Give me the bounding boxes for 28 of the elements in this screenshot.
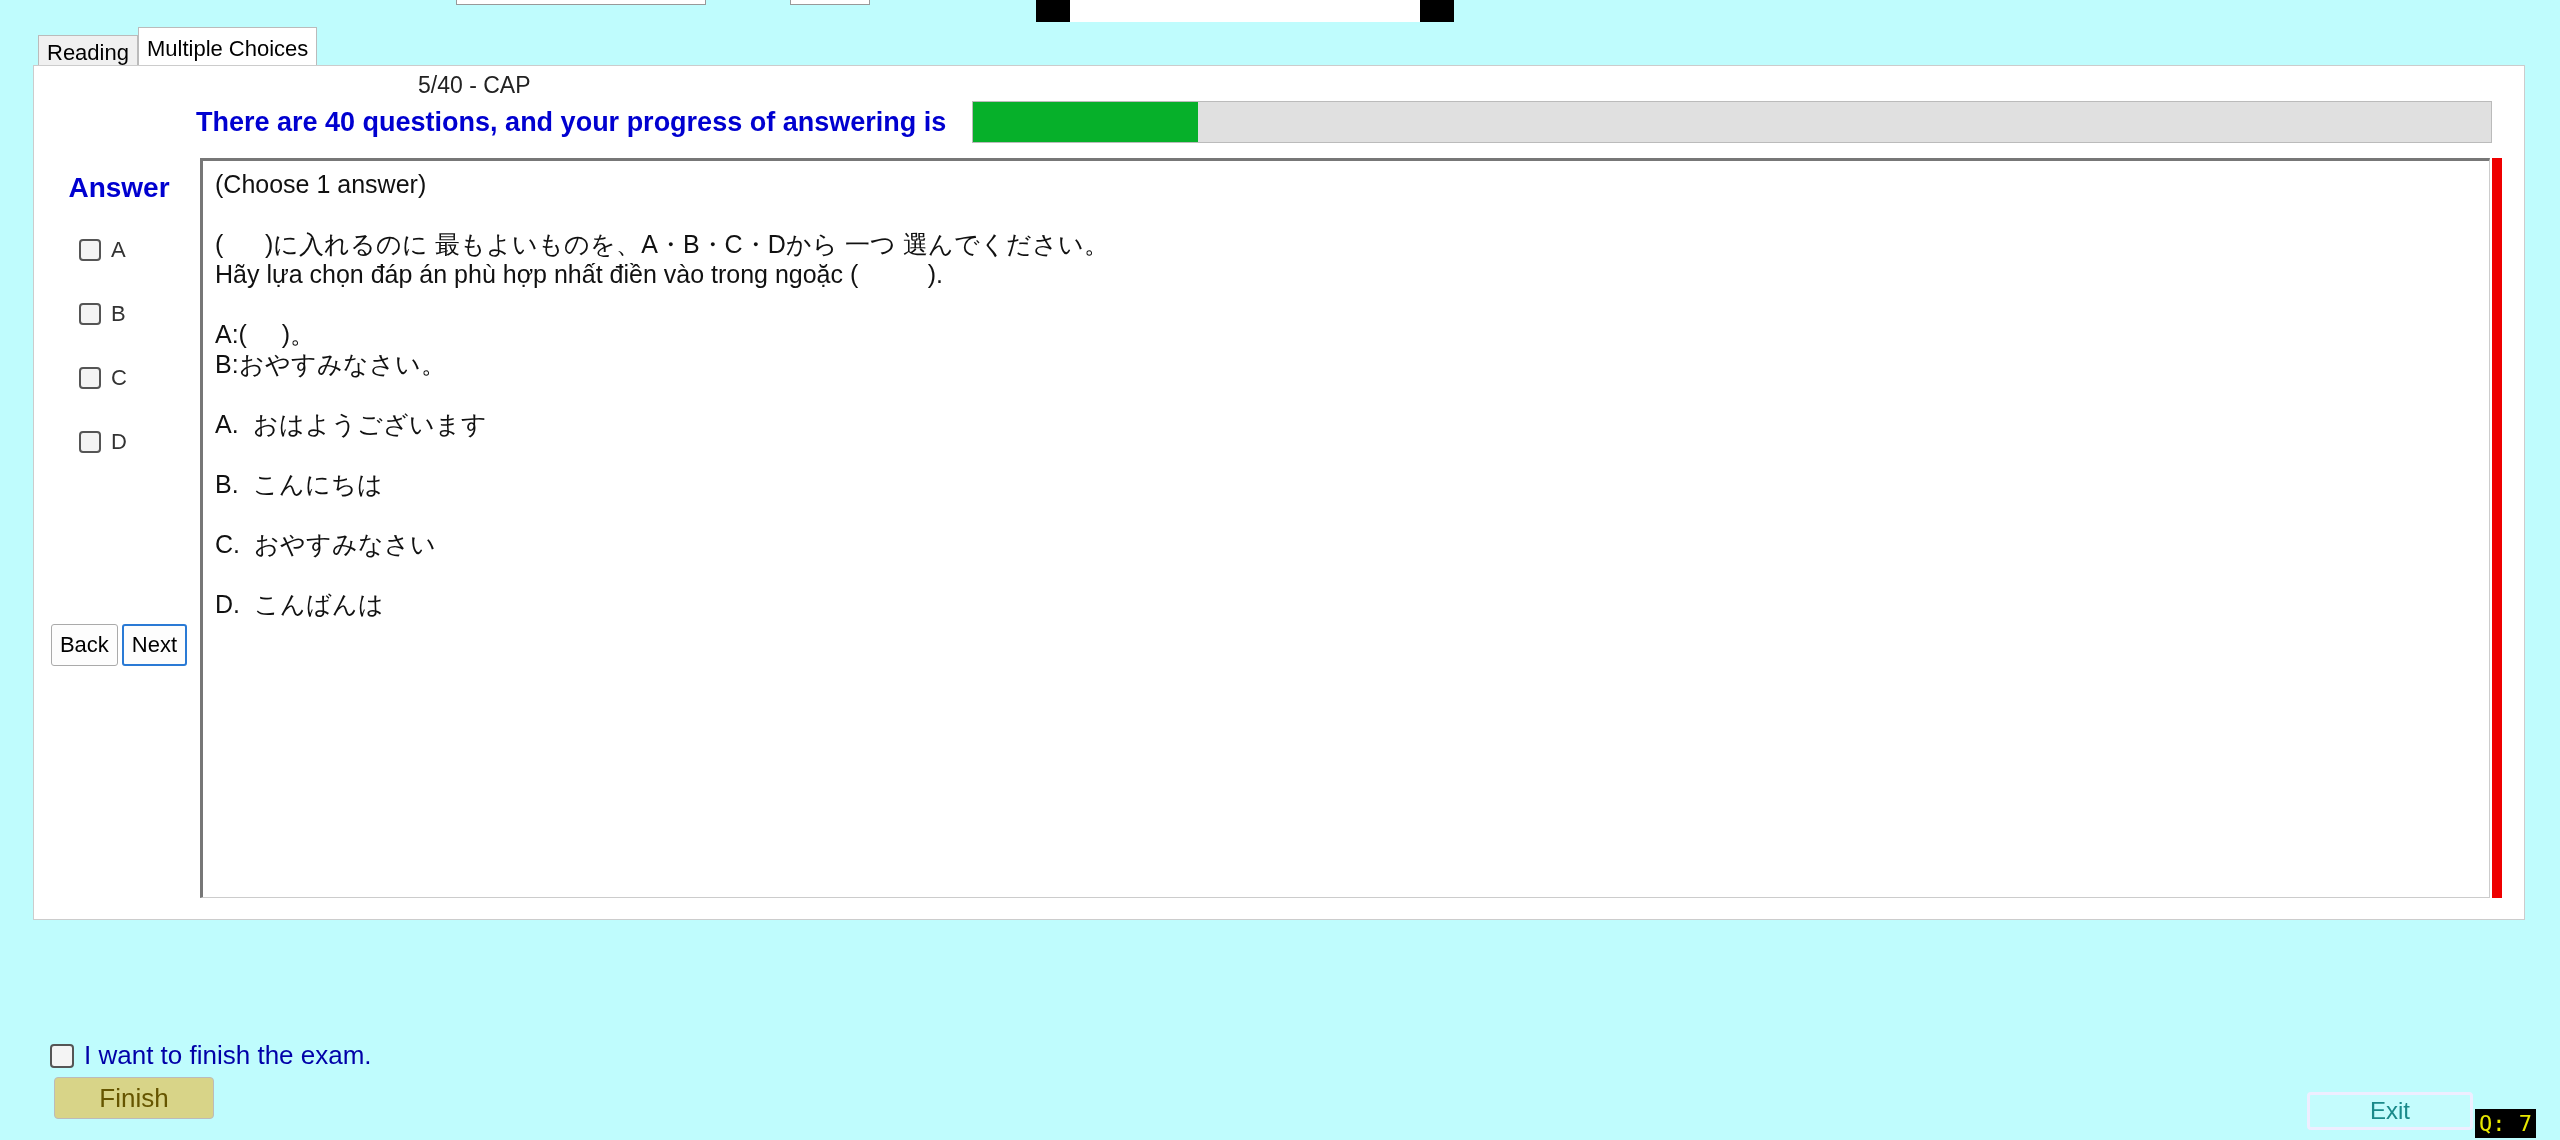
- question-text: ( )に入れるのに 最もよいものを、A・B・C・Dから 一つ 選んでください。: [215, 229, 1110, 259]
- finish-label: I want to finish the exam.: [84, 1040, 372, 1071]
- choice-label: B: [111, 301, 126, 327]
- checkbox[interactable]: [79, 239, 101, 261]
- question-text: A:( )。: [215, 319, 316, 349]
- nav-button[interactable]: Next: [121, 624, 188, 666]
- answer-heading: Answer: [68, 172, 170, 204]
- choice-label: C: [111, 365, 127, 391]
- progress-label: There are 40 questions, and your progress of answering is: [196, 106, 947, 138]
- choice-label: D: [111, 429, 127, 455]
- question-text: A. おはようございます: [215, 409, 488, 439]
- question-text: Hãy lựa chọn đáp án phù hợp nhất điền vào trong ngoặc ( ).: [215, 259, 945, 289]
- choice-label: A: [111, 237, 126, 263]
- checkbox[interactable]: [79, 367, 101, 389]
- checkbox[interactable]: [50, 1043, 74, 1068]
- question-text: B:おやすみなさい。: [215, 349, 447, 379]
- question-text: B. こんにちは: [215, 469, 384, 499]
- finish-button[interactable]: Finish: [54, 1077, 214, 1119]
- checkbox[interactable]: [79, 303, 101, 325]
- question-counter: Q: 7: [2475, 1109, 2536, 1138]
- exit-button[interactable]: Exit: [2307, 1092, 2473, 1130]
- question-text: C. おやすみなさい: [215, 529, 437, 559]
- tab[interactable]: Reading: [38, 35, 138, 65]
- nav-button[interactable]: Back: [50, 624, 118, 666]
- instruction-text: (Choose 1 answer): [215, 169, 428, 199]
- question-text: D. こんばんは: [215, 589, 385, 619]
- tab[interactable]: Multiple Choices: [137, 27, 318, 65]
- checkbox[interactable]: [79, 431, 101, 453]
